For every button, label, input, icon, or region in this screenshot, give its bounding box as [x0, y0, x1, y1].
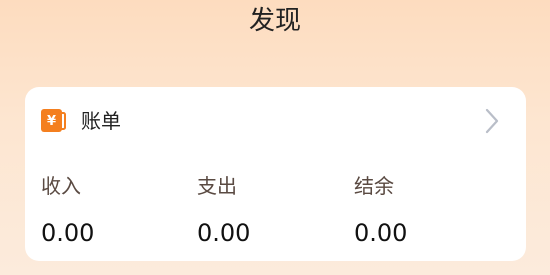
stat-income-value: 0.00	[41, 219, 95, 247]
bill-card-title: 账单	[81, 109, 121, 133]
stat-income-label: 收入	[41, 174, 81, 198]
stat-balance-value: 0.00	[354, 219, 408, 247]
bill-card-header[interactable]: ¥ 账单	[25, 87, 526, 155]
page-title: 发现	[248, 6, 301, 36]
bill-icon-symbol: ¥	[47, 114, 56, 129]
stat-expense-label: 支出	[197, 174, 237, 198]
stat-expense: 支出 0.00	[197, 172, 347, 249]
stat-balance: 结余 0.00	[354, 172, 504, 249]
stat-expense-value: 0.00	[197, 219, 251, 247]
stat-income: 收入 0.00	[41, 172, 191, 249]
wallet-yen-icon: ¥	[41, 109, 66, 132]
bill-card[interactable]: ¥ 账单 收入 0.00 支出 0.00 结余 0.00	[25, 87, 526, 261]
stat-balance-label: 结余	[354, 174, 394, 198]
chevron-right-icon[interactable]	[484, 107, 500, 135]
